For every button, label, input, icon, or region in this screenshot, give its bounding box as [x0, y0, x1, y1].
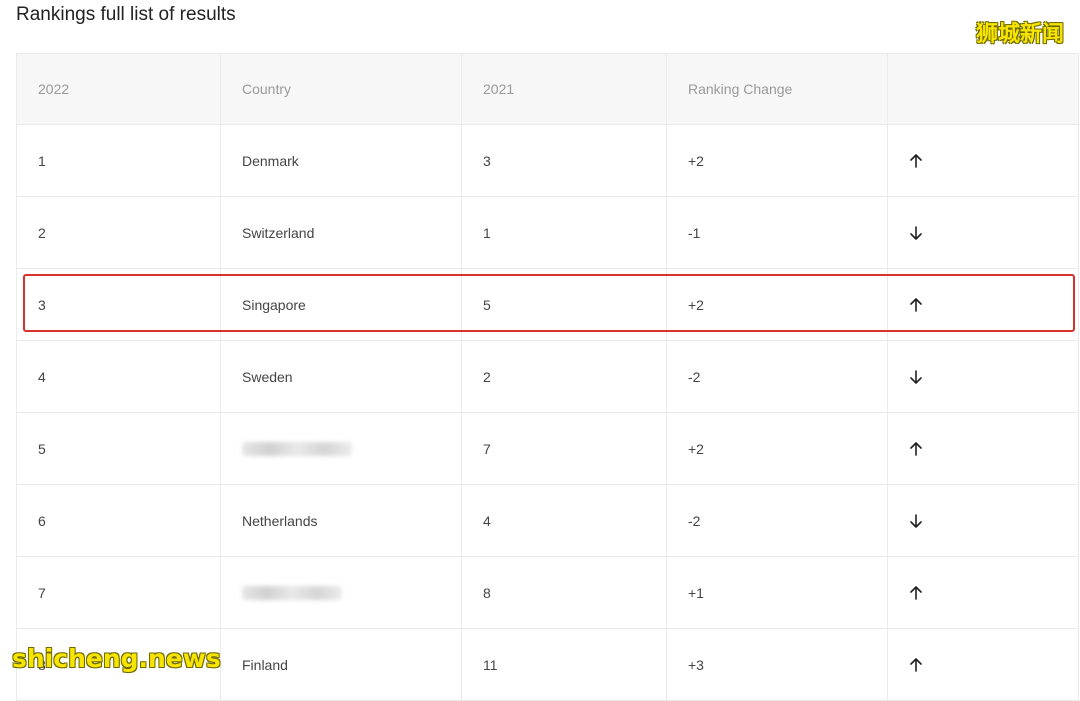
country-cell: Singapore: [221, 269, 462, 340]
arrow-up-icon: [908, 657, 924, 673]
direction-cell: [888, 125, 1079, 196]
header-direction: [888, 54, 1079, 124]
table-row: 1 Denmark 3 +2: [17, 125, 1079, 197]
watermark-site: shicheng.news: [12, 644, 221, 673]
ranking-change: -1: [667, 197, 888, 268]
rank-2021: 1: [462, 197, 667, 268]
rank-2022: 1: [17, 125, 221, 196]
table-body: 1 Denmark 3 +2 2 Switzerland 1 -1 3 Singapore 5 +2 4…: [17, 125, 1079, 701]
country-name: Denmark: [242, 152, 299, 169]
rank-2021: 7: [462, 413, 667, 484]
country-cell: Denmark: [221, 125, 462, 196]
ranking-change: +1: [667, 557, 888, 628]
country-cell: Finland: [221, 629, 462, 700]
arrow-up-icon: [908, 585, 924, 601]
rankings-table: 2022 Country 2021 Ranking Change 1 Denmar…: [16, 53, 1079, 701]
direction-cell: [888, 485, 1079, 556]
rank-2022: 3: [17, 269, 221, 340]
country-name: Singapore: [242, 296, 306, 313]
arrow-up-icon: [908, 153, 924, 169]
arrow-up-icon: [908, 297, 924, 313]
country-cell: Sweden: [221, 341, 462, 412]
table-header: 2022 Country 2021 Ranking Change: [17, 54, 1079, 125]
rank-2021: 4: [462, 485, 667, 556]
direction-cell: [888, 557, 1079, 628]
redacted-country: [242, 585, 342, 600]
rank-2021: 11: [462, 629, 667, 700]
table-row: 5 7 +2: [17, 413, 1079, 485]
direction-cell: [888, 341, 1079, 412]
rank-2021: 2: [462, 341, 667, 412]
rank-2021: 3: [462, 125, 667, 196]
country-cell: [221, 557, 462, 628]
table-row: 2 Switzerland 1 -1: [17, 197, 1079, 269]
table-row: 4 Sweden 2 -2: [17, 341, 1079, 413]
country-name: Sweden: [242, 368, 293, 385]
country-name: Switzerland: [242, 224, 315, 241]
direction-cell: [888, 629, 1079, 700]
table-row: 7 8 +1: [17, 557, 1079, 629]
table-row: 6 Netherlands 4 -2: [17, 485, 1079, 557]
direction-cell: [888, 197, 1079, 268]
rank-2021: 5: [462, 269, 667, 340]
rank-2022: 7: [17, 557, 221, 628]
rank-2022: 4: [17, 341, 221, 412]
ranking-change: +2: [667, 125, 888, 196]
header-country[interactable]: Country: [221, 54, 462, 124]
ranking-change: -2: [667, 341, 888, 412]
country-name: Netherlands: [242, 512, 318, 529]
ranking-change: +3: [667, 629, 888, 700]
arrow-down-icon: [908, 513, 924, 529]
country-cell: [221, 413, 462, 484]
table-row: 3 Singapore 5 +2: [17, 269, 1079, 341]
header-ranking-change[interactable]: Ranking Change: [667, 54, 888, 124]
direction-cell: [888, 269, 1079, 340]
direction-cell: [888, 413, 1079, 484]
country-cell: Netherlands: [221, 485, 462, 556]
rank-2022: 2: [17, 197, 221, 268]
rank-2022: 5: [17, 413, 221, 484]
rank-2022: 6: [17, 485, 221, 556]
redacted-country: [242, 441, 352, 456]
country-name: Finland: [242, 656, 288, 673]
rank-2021: 8: [462, 557, 667, 628]
page-title: Rankings full list of results: [16, 4, 236, 25]
country-cell: Switzerland: [221, 197, 462, 268]
header-2022[interactable]: 2022: [17, 54, 221, 124]
arrow-down-icon: [908, 225, 924, 241]
ranking-change: -2: [667, 485, 888, 556]
arrow-up-icon: [908, 441, 924, 457]
ranking-change: +2: [667, 413, 888, 484]
arrow-down-icon: [908, 369, 924, 385]
watermark-logo: 狮城新闻: [975, 22, 1064, 47]
ranking-change: +2: [667, 269, 888, 340]
header-2021[interactable]: 2021: [462, 54, 667, 124]
